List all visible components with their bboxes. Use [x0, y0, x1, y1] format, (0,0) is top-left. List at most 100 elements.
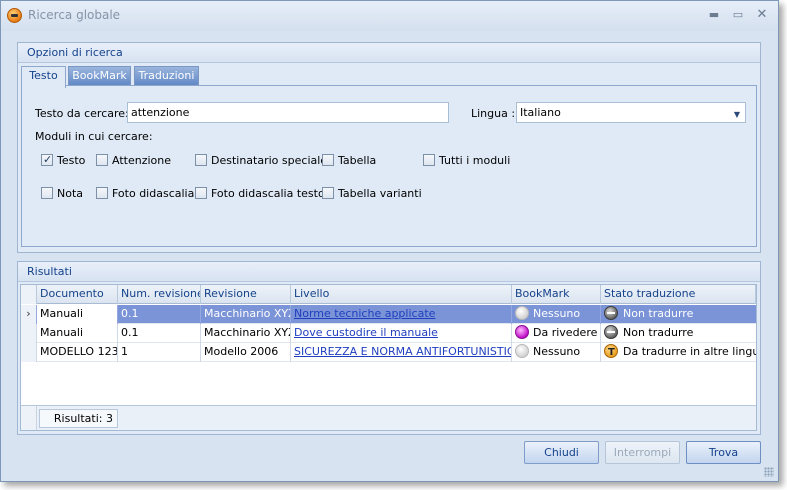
checkbox-checked-icon[interactable]	[41, 153, 53, 166]
search-text-input[interactable]: attenzione	[127, 102, 449, 123]
translate-other-languages-icon	[604, 344, 618, 362]
checkbox-icon[interactable]	[423, 154, 435, 166]
checkbox-icon[interactable]	[322, 187, 334, 199]
cell-bookmark[interactable]: Da rivedere	[512, 324, 601, 343]
cell-livello[interactable]: SICUREZZA E NORMA ANTIFORTUNISTICA	[291, 343, 512, 362]
column-header-stato-traduzione[interactable]: Stato traduzione	[601, 285, 756, 304]
cell-bookmark[interactable]: Nessuno	[512, 305, 601, 324]
livello-link[interactable]: Dove custodire il manuale	[294, 326, 438, 339]
module-label: Testo	[57, 154, 86, 167]
cell-revisione[interactable]: Modello 2006	[201, 343, 291, 362]
row-indicator	[21, 324, 37, 343]
no-translate-icon	[604, 306, 618, 320]
bookmark-label: Da rivedere	[533, 326, 598, 339]
close-button[interactable]: Chiudi	[524, 441, 599, 464]
results-group: Risultati Documento Num. revisione Revis…	[17, 261, 761, 435]
cell-stato-traduzione[interactable]: Non tradurre	[601, 324, 756, 343]
checkbox-icon[interactable]	[195, 154, 207, 166]
cell-stato-traduzione[interactable]: Non tradurre	[601, 305, 756, 324]
stato-label: Non tradurre	[623, 326, 694, 339]
livello-link[interactable]: SICUREZZA E NORMA ANTIFORTUNISTICA	[294, 345, 511, 358]
module-label: Tabella varianti	[338, 187, 422, 200]
module-label: Tabella	[338, 154, 377, 167]
module-checkbox-attenzione[interactable]: Attenzione	[96, 154, 171, 168]
tab-traduzioni[interactable]: Traduzioni	[134, 66, 199, 86]
close-icon[interactable]: ✕	[753, 7, 771, 23]
search-options-title: Opzioni di ricerca	[18, 43, 760, 63]
module-label: Attenzione	[112, 154, 171, 167]
cell-revisione[interactable]: Macchinario XYZ	[201, 305, 291, 324]
module-checkbox-nota[interactable]: Nota	[41, 187, 83, 201]
table-row[interactable]: Manuali 0.1 Macchinario XYZ Dove custodi…	[21, 324, 756, 343]
language-value: Italiano	[520, 106, 561, 119]
footer-indicator	[21, 406, 37, 430]
module-checkbox-foto-didascalia-testo[interactable]: Foto didascalia testo	[195, 187, 325, 201]
bookmark-review-icon	[515, 325, 529, 339]
cell-num-revisione[interactable]: 0.1	[118, 305, 201, 324]
minimize-icon[interactable]: ▬	[705, 7, 723, 23]
livello-link[interactable]: Norme tecniche applicate	[294, 307, 435, 320]
search-options-group: Opzioni di ricerca Testo BookMark Traduz…	[17, 42, 761, 253]
module-label: Destinatario speciale	[211, 154, 328, 167]
tab-panel-testo: Testo da cercare: attenzione Lingua : It…	[21, 85, 757, 247]
stato-label: Non tradurre	[623, 307, 694, 320]
cell-stato-traduzione[interactable]: Da tradurre in altre lingue	[601, 343, 756, 362]
language-select[interactable]: Italiano ▼	[516, 102, 746, 123]
cell-documento[interactable]: Manuali	[37, 305, 118, 324]
row-indicator-header	[21, 285, 37, 304]
cell-revisione[interactable]: Macchinario XYZ	[201, 324, 291, 343]
module-checkbox-foto-didascalia[interactable]: Foto didascalia	[96, 187, 194, 201]
no-translate-icon	[604, 325, 618, 339]
table-row[interactable]: › Manuali 0.1 Macchinario XYZ Norme tecn…	[21, 305, 756, 324]
column-header-bookmark[interactable]: BookMark	[512, 285, 601, 304]
checkbox-icon[interactable]	[96, 187, 108, 199]
checkbox-icon[interactable]	[96, 154, 108, 166]
column-header-num-revisione[interactable]: Num. revisione	[118, 285, 201, 304]
column-header-livello[interactable]: Livello	[291, 285, 512, 304]
results-title: Risultati	[18, 262, 760, 282]
cell-livello[interactable]: Norme tecniche applicate	[291, 305, 512, 324]
stop-button[interactable]: Interrompi	[605, 441, 680, 464]
results-grid[interactable]: Documento Num. revisione Revisione Livel…	[20, 284, 757, 431]
module-checkbox-tutti-i-moduli[interactable]: Tutti i moduli	[423, 154, 510, 168]
row-indicator	[21, 343, 37, 362]
cell-num-revisione[interactable]: 0.1	[118, 324, 201, 343]
chevron-down-icon[interactable]: ▼	[734, 105, 740, 124]
tab-bookmark[interactable]: BookMark	[68, 66, 131, 86]
checkbox-icon[interactable]	[195, 187, 207, 199]
bookmark-none-icon	[515, 306, 529, 320]
module-label: Foto didascalia	[112, 187, 195, 200]
title-bar[interactable]: Ricerca globale ▬ ▭ ✕	[1, 1, 778, 31]
column-header-documento[interactable]: Documento	[37, 285, 118, 304]
module-checkbox-tabella-varianti[interactable]: Tabella varianti	[322, 187, 422, 201]
grid-footer: Risultati: 3	[21, 405, 756, 430]
module-label: Tutti i moduli	[439, 154, 511, 167]
modules-label: Moduli in cui cercare:	[35, 130, 153, 143]
bookmark-label: Nessuno	[533, 307, 581, 320]
results-count: Risultati: 3	[39, 409, 118, 428]
language-label: Lingua :	[471, 107, 516, 120]
cell-livello[interactable]: Dove custodire il manuale	[291, 324, 512, 343]
resize-grip-icon[interactable]	[764, 467, 774, 477]
module-checkbox-tabella[interactable]: Tabella	[322, 154, 376, 168]
module-label: Foto didascalia testo	[211, 187, 325, 200]
module-label: Nota	[57, 187, 84, 200]
search-text-label: Testo da cercare:	[35, 107, 129, 120]
checkbox-icon[interactable]	[41, 187, 53, 199]
bookmark-label: Nessuno	[533, 345, 581, 358]
cell-documento[interactable]: Manuali	[37, 324, 118, 343]
cell-num-revisione[interactable]: 1	[118, 343, 201, 362]
app-logo-icon	[7, 8, 22, 23]
find-button[interactable]: Trova	[686, 441, 761, 464]
maximize-icon[interactable]: ▭	[729, 7, 747, 23]
module-checkbox-destinatario-speciale[interactable]: Destinatario speciale	[195, 154, 327, 168]
window-title: Ricerca globale	[28, 8, 121, 22]
table-row[interactable]: MODELLO 123 1 Modello 2006 SICUREZZA E N…	[21, 343, 756, 362]
checkbox-icon[interactable]	[322, 154, 334, 166]
stato-label: Da tradurre in altre lingue	[623, 345, 756, 358]
column-header-revisione[interactable]: Revisione	[201, 285, 291, 304]
tab-testo[interactable]: Testo	[21, 66, 66, 88]
cell-documento[interactable]: MODELLO 123	[37, 343, 118, 362]
module-checkbox-testo[interactable]: Testo	[41, 153, 86, 168]
cell-bookmark[interactable]: Nessuno	[512, 343, 601, 362]
